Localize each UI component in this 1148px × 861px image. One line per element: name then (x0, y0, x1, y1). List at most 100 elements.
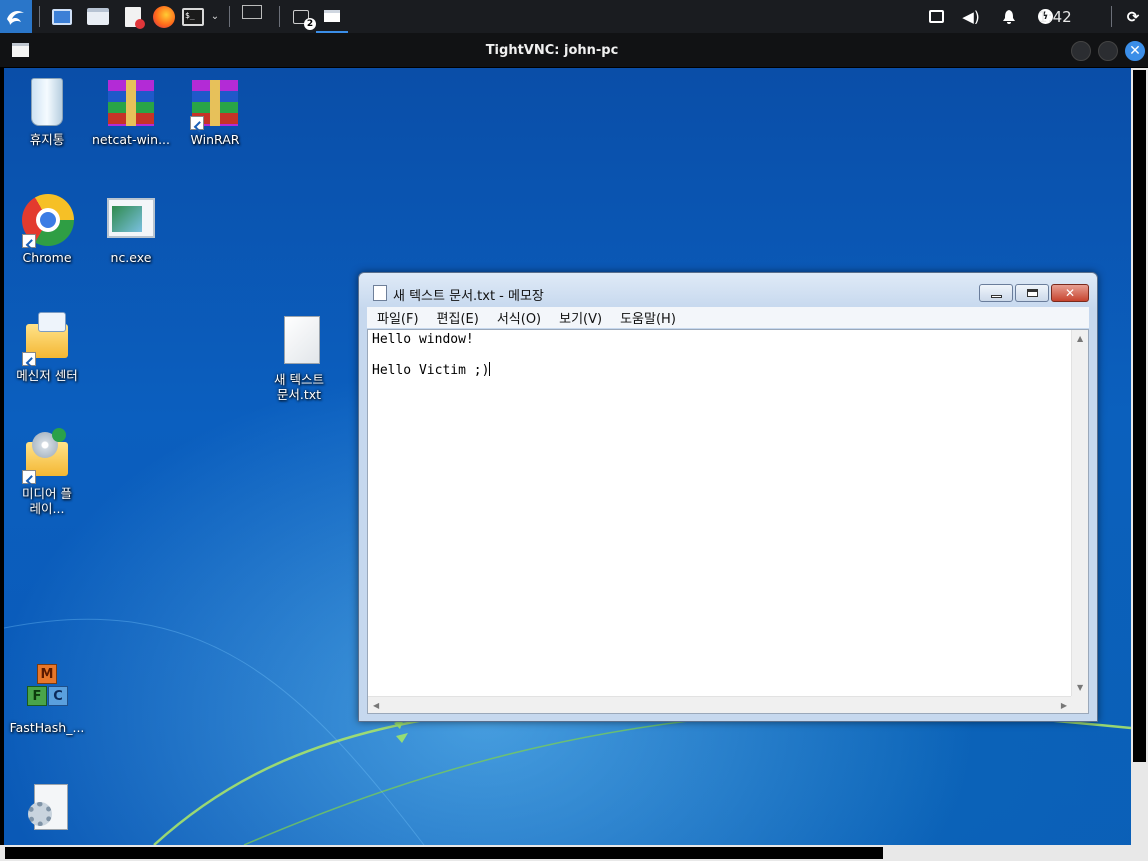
firefox-button[interactable] (150, 0, 178, 33)
workspace-1[interactable] (233, 0, 271, 33)
workspace-thumbnail (242, 4, 262, 19)
application-window-icon (106, 192, 156, 248)
desktop-icon-label: Chrome (22, 250, 72, 265)
vnc-window-title: TightVNC: john-pc (485, 43, 619, 58)
taskbar-vnc-window[interactable] (316, 0, 348, 33)
desktop-icon-label: netcat-win... (92, 132, 170, 147)
shortcut-arrow-icon (22, 470, 36, 484)
notepad-menubar: 파일(F) 편집(E) 서식(O) 보기(V) 도움말(H) (367, 307, 1089, 328)
notifications-button[interactable] (997, 0, 1021, 33)
volume-icon[interactable]: ◀) (959, 0, 983, 33)
desktop-icon-label: 새 텍스트 문서.txt (274, 372, 324, 402)
firefox-icon (153, 5, 175, 28)
text-document-desktop-icon[interactable]: 새 텍스트 문서.txt (258, 314, 340, 402)
menu-file[interactable]: 파일(F) (377, 308, 419, 327)
shortcut-arrow-icon (22, 352, 36, 366)
settings-file-desktop-icon[interactable] (6, 780, 88, 836)
kali-dragon-icon (7, 10, 24, 25)
vnc-close-button[interactable]: ✕ (1125, 41, 1145, 61)
display-tray-button[interactable] (925, 0, 947, 33)
menu-help[interactable]: 도움말(H) (620, 308, 676, 327)
notepad-icon (373, 285, 387, 301)
vnc-minimize-button[interactable] (1071, 41, 1091, 61)
notepad-text-area[interactable]: Hello window! Hello Victim ;) ▲ ▼ ◀ ▶ (367, 329, 1089, 714)
resize-grip-icon[interactable] (1071, 696, 1088, 713)
winrar-archive-icon (106, 74, 156, 130)
vnc-maximize-button[interactable] (1098, 41, 1118, 61)
panel-separator (39, 6, 40, 27)
vnc-titlebar: TightVNC: john-pc ✕ (0, 33, 1148, 68)
notepad-title: 새 텍스트 문서.txt - 메모장 (393, 289, 544, 304)
folder-media-icon (22, 428, 72, 484)
text-editor-icon (125, 6, 145, 29)
recycle-bin-icon (22, 74, 72, 130)
window-icon (324, 9, 340, 22)
minimize-icon (991, 295, 1002, 298)
desktop-icon-label: nc.exe (110, 250, 152, 265)
notepad-maximize-button[interactable] (1015, 284, 1049, 302)
display-icon (928, 10, 944, 23)
chrome-desktop-icon[interactable]: Chrome (6, 192, 88, 265)
panel-separator (1111, 6, 1112, 27)
notepad-text-content[interactable]: Hello window! Hello Victim ;) (372, 332, 491, 378)
top-panel: $_ ⌄ 2 ◀) ϟ 1:42 ⟳ (0, 0, 1148, 33)
notepad-close-button[interactable]: ✕ (1051, 284, 1089, 302)
notepad-horizontal-scrollbar[interactable]: ◀ ▶ (368, 696, 1072, 713)
mfc-application-icon: M F C (22, 662, 72, 718)
text-editor-button[interactable] (119, 0, 147, 33)
text-caret (489, 362, 491, 376)
desktop-icon-label: FastHash_... (9, 720, 85, 735)
terminal-window-icon: 2 (293, 9, 316, 30)
text-line: Hello window! (372, 332, 474, 347)
text-file-icon (274, 314, 324, 370)
notepad-minimize-button[interactable] (979, 284, 1013, 302)
text-line (372, 347, 490, 362)
folder-icon (87, 8, 109, 25)
winrar-desktop-icon[interactable]: WinRAR (174, 74, 256, 147)
kali-menu-button[interactable] (0, 0, 32, 33)
fasthash-desktop-icon[interactable]: M F C FastHash_... (6, 662, 88, 735)
clock[interactable]: 1:42 (1038, 8, 1072, 26)
desktop-icon-label: 휴지통 (29, 132, 65, 147)
netcat-archive-desktop-icon[interactable]: netcat-win... (90, 74, 172, 147)
chrome-icon (22, 192, 74, 248)
desktop-icon-label: WinRAR (190, 132, 240, 147)
desktop-icon (52, 8, 72, 25)
shortcut-arrow-icon (22, 234, 36, 248)
workspace-badge: 2 (304, 17, 316, 30)
terminal-button[interactable]: $_ (180, 0, 206, 33)
scroll-up-arrow-icon[interactable]: ▲ (1077, 334, 1083, 343)
gear-file-icon (22, 780, 72, 836)
workspace-2[interactable]: 2 (288, 0, 316, 33)
terminal-dropdown-chevron-icon[interactable]: ⌄ (206, 0, 224, 33)
nc-exe-desktop-icon[interactable]: nc.exe (90, 192, 172, 265)
bell-icon (1003, 9, 1015, 24)
show-desktop-button[interactable] (48, 0, 76, 33)
vnc-horizontal-scrollbar[interactable] (0, 845, 1148, 861)
notepad-titlebar[interactable]: 새 텍스트 문서.txt - 메모장 ✕ (359, 273, 1097, 309)
menu-edit[interactable]: 편집(E) (437, 308, 479, 327)
text-line-with-caret: Hello Victim ;) (372, 362, 491, 378)
terminal-icon: $_ (182, 7, 204, 26)
logout-power-icon[interactable]: ⟳ (1120, 0, 1146, 33)
notepad-window[interactable]: 새 텍스트 문서.txt - 메모장 ✕ 파일(F) 편집(E) 서식(O) 보… (358, 272, 1098, 722)
vnc-vertical-scrollbar[interactable] (1131, 68, 1148, 845)
file-manager-button[interactable] (84, 0, 112, 33)
vnc-vertical-scroll-thumb[interactable] (1133, 70, 1146, 762)
scroll-down-arrow-icon[interactable]: ▼ (1077, 683, 1083, 692)
notepad-vertical-scrollbar[interactable]: ▲ ▼ (1071, 330, 1088, 696)
desktop-icon-label: 메신저 센터 (16, 368, 78, 383)
menu-view[interactable]: 보기(V) (559, 308, 602, 327)
shortcut-arrow-icon (190, 116, 204, 130)
scroll-right-arrow-icon[interactable]: ▶ (1061, 701, 1067, 710)
panel-separator (229, 6, 230, 27)
panel-separator (279, 6, 280, 27)
scroll-left-arrow-icon[interactable]: ◀ (373, 701, 379, 710)
text-line: Hello Victim ;) (372, 363, 490, 378)
media-player-desktop-icon[interactable]: 미디어 플레이... (6, 428, 88, 516)
messenger-center-desktop-icon[interactable]: 메신저 센터 (6, 310, 88, 383)
menu-format[interactable]: 서식(O) (497, 308, 541, 327)
recycle-bin-desktop-icon[interactable]: 휴지통 (6, 74, 88, 147)
vnc-horizontal-scroll-thumb[interactable] (5, 847, 883, 859)
folder-messenger-icon (22, 310, 72, 366)
